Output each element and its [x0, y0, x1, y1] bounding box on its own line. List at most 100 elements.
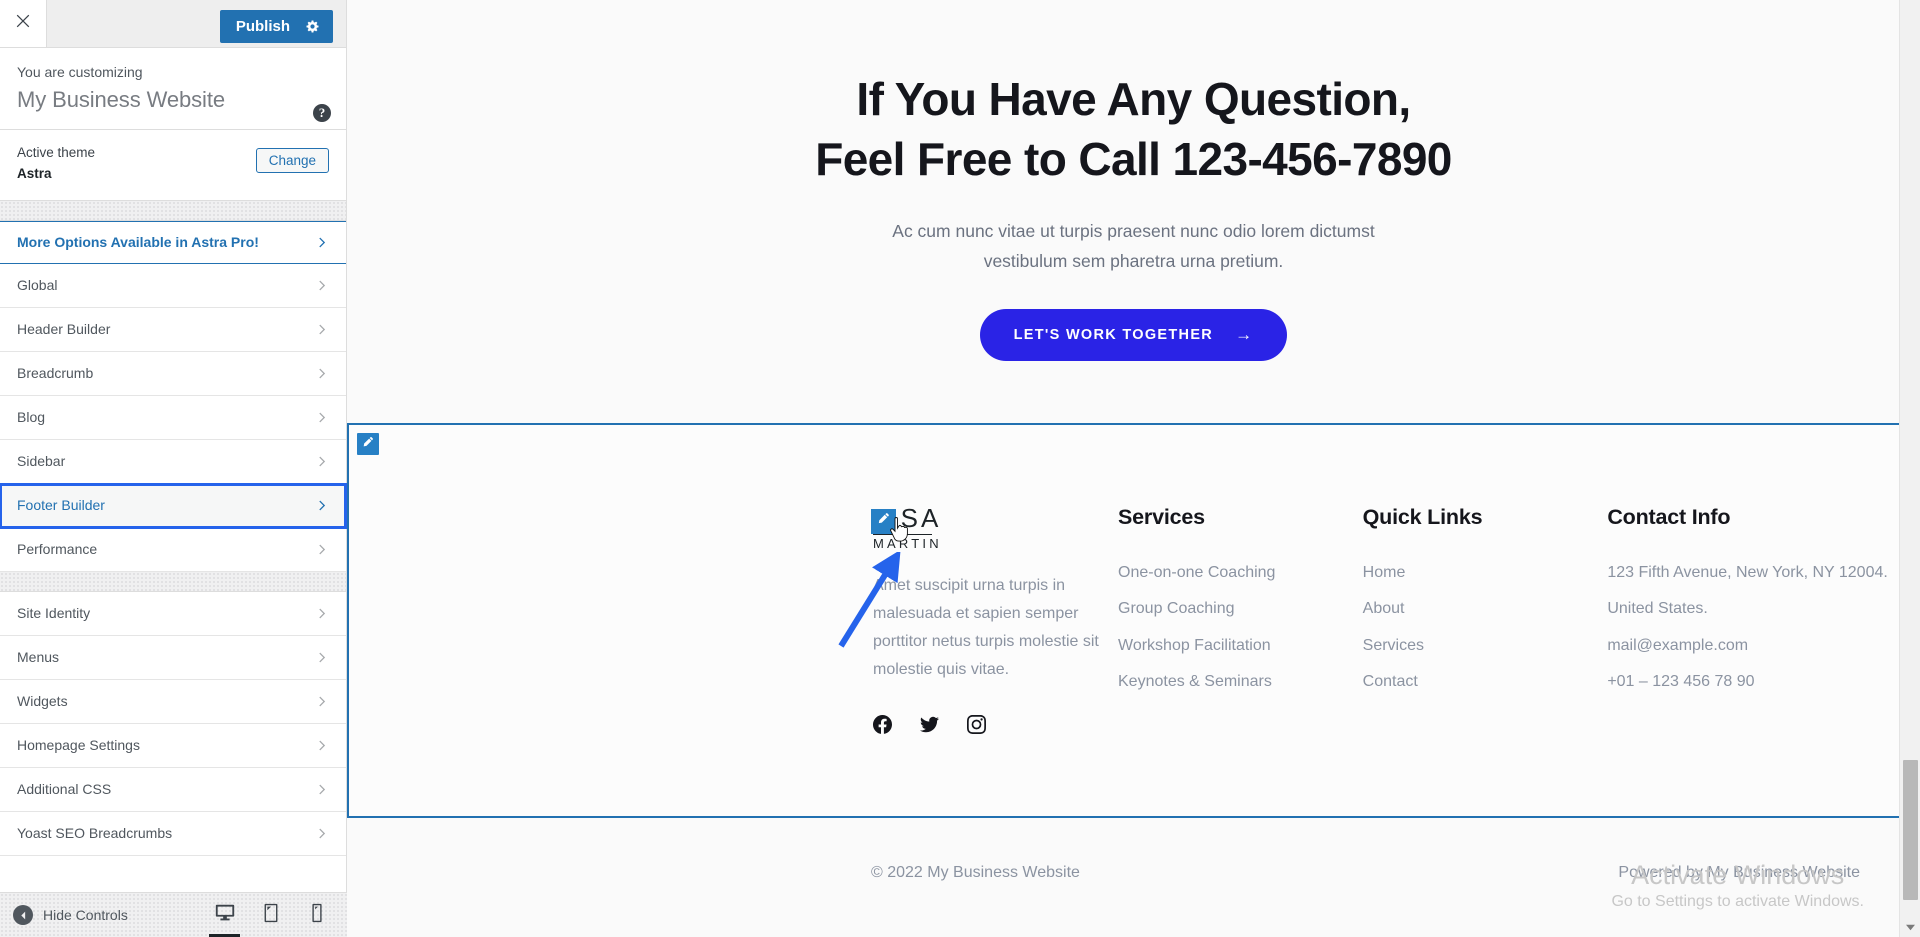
chevron-right-icon	[316, 543, 329, 556]
site-logo[interactable]: LISA MARTIN	[871, 505, 942, 552]
customizer-sidebar: Publish You are customizing My Business …	[0, 0, 347, 937]
facebook-icon[interactable]	[873, 715, 892, 735]
panel-group-divider-2	[0, 571, 346, 592]
gear-icon[interactable]	[305, 19, 320, 34]
logo-bottom-text: MARTIN	[873, 536, 942, 552]
footer-contact-line: +01 – 123 456 78 90	[1607, 673, 1755, 691]
sidebar-item-label: Footer Builder	[17, 497, 105, 513]
sidebar-item-label: Performance	[17, 541, 98, 557]
chevron-right-icon	[316, 739, 329, 752]
sidebar-item-performance[interactable]: Performance	[0, 527, 346, 572]
sidebar-item-breadcrumb[interactable]: Breadcrumb	[0, 351, 346, 396]
pencil-icon	[877, 512, 890, 530]
customizer-footer-bar: Hide Controls	[0, 892, 347, 937]
sidebar-item-footer-builder[interactable]: Footer Builder	[0, 482, 347, 529]
footer-link-item[interactable]: Home	[1363, 560, 1608, 586]
preview-desktop-button[interactable]	[206, 893, 243, 937]
logo-edit-shortcut-button[interactable]	[871, 508, 896, 534]
sidebar-item-label: Header Builder	[17, 321, 111, 337]
device-preview-switcher	[206, 893, 335, 937]
sidebar-item-header-builder[interactable]: Header Builder	[0, 307, 346, 352]
lets-work-together-button[interactable]: LET'S WORK TOGETHER →	[979, 308, 1288, 361]
sidebar-item-homepage-settings[interactable]: Homepage Settings	[0, 723, 346, 768]
close-customizer-button[interactable]	[0, 0, 47, 47]
footer-link-item[interactable]: Keynotes & Seminars	[1118, 669, 1363, 695]
footer-section-highlight[interactable]: LISA MARTIN Amet suscipit urna turpis in…	[347, 422, 1920, 818]
sidebar-item-label: Blog	[17, 409, 46, 425]
sidebar-item-site-identity[interactable]: Site Identity	[0, 591, 346, 636]
hide-controls-label: Hide Controls	[43, 907, 128, 923]
footer-contact-line: United States.	[1607, 600, 1708, 618]
chevron-right-icon	[316, 236, 329, 249]
chevron-right-icon	[316, 411, 329, 424]
preview-mobile-button[interactable]	[298, 893, 335, 937]
chevron-right-icon	[316, 651, 329, 664]
sidebar-item-yoast-seo-breadcrumbs[interactable]: Yoast SEO Breadcrumbs	[0, 811, 346, 856]
footer-brand-description: Amet suscipit urna turpis in malesuada e…	[873, 577, 1099, 679]
hero-subtext: Ac cum nunc vitae ut turpis praesent nun…	[347, 216, 1920, 277]
chevron-right-icon	[316, 455, 329, 468]
preview-tablet-button[interactable]	[252, 893, 289, 937]
chevron-right-icon	[316, 323, 329, 336]
hero-section: If You Have Any Question, Feel Free to C…	[347, 0, 1920, 423]
footer-columns: LISA MARTIN Amet suscipit urna turpis in…	[349, 425, 1918, 735]
footer-link-item[interactable]: Contact	[1363, 669, 1608, 695]
hero-subtext-line-1: Ac cum nunc vitae ut turpis praesent nun…	[892, 220, 1375, 241]
footer-brand-column: LISA MARTIN Amet suscipit urna turpis in…	[871, 505, 1118, 735]
header-spacer	[47, 0, 220, 47]
tablet-icon	[260, 902, 282, 929]
sidebar-item-label: Additional CSS	[17, 781, 112, 797]
sidebar-item-blog[interactable]: Blog	[0, 395, 346, 440]
logo-rule	[873, 533, 932, 536]
panel-group-divider-1	[0, 200, 346, 221]
footer-link-item[interactable]: Workshop Facilitation	[1118, 633, 1363, 659]
footer-copyright-bar: © 2022 My Business Website Powered by My…	[347, 817, 1920, 898]
sidebar-item-global[interactable]: Global	[0, 263, 346, 308]
active-theme-info: Active theme Astra	[17, 143, 95, 185]
customizing-label: You are customizing	[17, 64, 143, 80]
sidebar-item-label: Sidebar	[17, 453, 66, 469]
sidebar-item-additional-css[interactable]: Additional CSS	[0, 767, 346, 812]
footer-link-list-quick-links: Home About Services Contact	[1363, 560, 1608, 696]
instagram-icon[interactable]	[967, 715, 986, 735]
sidebar-item-more-options-available-in-astra-pro[interactable]: More Options Available in Astra Pro!	[0, 220, 346, 264]
footer-link-item[interactable]: One-on-one Coaching	[1118, 560, 1363, 586]
desktop-icon	[214, 902, 236, 929]
hide-controls-button[interactable]: Hide Controls	[13, 905, 206, 925]
hero-heading-line-1: If You Have Any Question,	[856, 73, 1411, 125]
active-theme-row: Active theme Astra Change	[0, 130, 346, 201]
sidebar-item-label: Homepage Settings	[17, 737, 140, 753]
customizer-panel-list-primary: More Options Available in Astra Pro! Glob…	[0, 220, 347, 572]
preview-scrollbar[interactable]	[1899, 0, 1920, 937]
chevron-right-icon	[316, 279, 329, 292]
arrow-right-icon: →	[1235, 324, 1254, 344]
footer-link-item[interactable]: About	[1363, 596, 1608, 622]
publish-button[interactable]: Publish	[219, 10, 333, 43]
scrollbar-down-arrow[interactable]	[1900, 917, 1920, 937]
publish-area: Publish	[219, 0, 346, 47]
site-preview-pane: If You Have Any Question, Feel Free to C…	[347, 0, 1920, 937]
chevron-right-icon	[316, 499, 329, 512]
customizing-info: You are customizing My Business Website …	[0, 48, 346, 130]
active-theme-name: Astra	[17, 166, 52, 182]
footer-link-item[interactable]: Group Coaching	[1118, 596, 1363, 622]
chevron-right-icon	[316, 827, 329, 840]
sidebar-item-sidebar[interactable]: Sidebar	[0, 439, 346, 484]
change-theme-button[interactable]: Change	[255, 148, 329, 173]
hero-heading: If You Have Any Question, Feel Free to C…	[347, 70, 1920, 190]
twitter-icon[interactable]	[920, 715, 939, 734]
hero-heading-line-2: Feel Free to Call 123-456-7890	[815, 132, 1452, 185]
chevron-right-icon	[316, 367, 329, 380]
pencil-icon	[362, 435, 374, 453]
sidebar-item-menus[interactable]: Menus	[0, 635, 346, 680]
footer-link-item[interactable]: Services	[1363, 633, 1608, 659]
active-theme-label: Active theme	[17, 145, 96, 160]
sidebar-item-label: Global	[17, 277, 58, 293]
copyright-text: © 2022 My Business Website	[871, 863, 1080, 881]
footer-contact-details: 123 Fifth Avenue, New York, NY 12004. Uni…	[1607, 560, 1918, 696]
collapse-icon	[13, 905, 33, 925]
footer-edit-shortcut-button[interactable]	[357, 432, 379, 455]
help-icon[interactable]: ?	[313, 104, 331, 122]
scrollbar-thumb[interactable]	[1903, 760, 1918, 900]
sidebar-item-widgets[interactable]: Widgets	[0, 679, 346, 724]
